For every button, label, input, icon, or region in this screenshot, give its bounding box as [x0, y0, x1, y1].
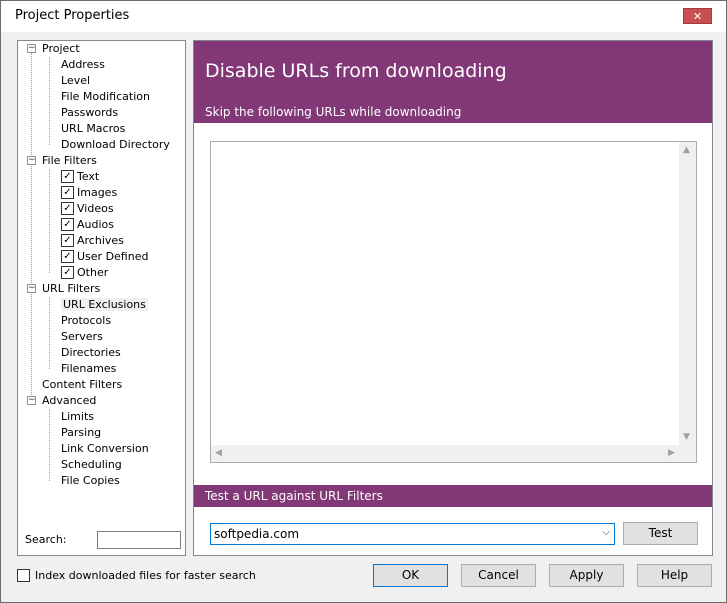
- tree-connector: [49, 169, 50, 273]
- title-bar: Project Properties ✕: [1, 1, 726, 32]
- tree-item-file-modification[interactable]: File Modification: [61, 89, 150, 105]
- tree-item-label: Parsing: [61, 426, 102, 439]
- excluded-urls-textarea[interactable]: ▲ ▼ ◀ ▶: [210, 141, 697, 463]
- tree-item-label: User Defined: [77, 250, 149, 263]
- help-button-label: Help: [660, 568, 689, 582]
- tree-connector: [31, 53, 32, 401]
- tree-node-label: Project: [42, 42, 80, 55]
- checkbox-checked-icon[interactable]: ✓: [61, 250, 74, 263]
- tree-item-label: Download Directory: [61, 138, 170, 151]
- tree-item-label: Text: [77, 170, 100, 183]
- tree-item-label: Passwords: [61, 106, 119, 119]
- tree-item-label: Filenames: [61, 362, 117, 375]
- tree-item-servers[interactable]: Servers: [61, 329, 103, 345]
- tree-item-label-selected: URL Exclusions: [61, 298, 148, 311]
- chevron-down-icon[interactable]: ⌵: [602, 527, 610, 538]
- tree-item-label: Address: [61, 58, 105, 71]
- checkbox-checked-icon[interactable]: ✓: [61, 170, 74, 183]
- checkbox-checked-icon[interactable]: ✓: [61, 218, 74, 231]
- checkbox-checked-icon[interactable]: ✓: [61, 202, 74, 215]
- checkbox-checked-icon[interactable]: ✓: [61, 266, 74, 279]
- apply-button[interactable]: Apply: [549, 564, 624, 587]
- collapse-icon[interactable]: −: [27, 396, 36, 405]
- collapse-icon[interactable]: −: [27, 44, 36, 53]
- test-section-title: Test a URL against URL Filters: [205, 489, 383, 503]
- tree-item-parsing[interactable]: Parsing: [61, 425, 101, 441]
- tree-item-protocols[interactable]: Protocols: [61, 313, 111, 329]
- tree-node-label: Advanced: [42, 394, 97, 407]
- test-url-value: softpedia.com: [214, 527, 300, 541]
- scroll-down-icon[interactable]: ▼: [683, 432, 690, 442]
- project-properties-window: Project Properties ✕ − Project Address L…: [0, 0, 727, 603]
- tree-item-label: Videos: [77, 202, 114, 215]
- tree-item-label: File Modification: [61, 90, 150, 103]
- tree-item-url-exclusions[interactable]: URL Exclusions: [61, 297, 148, 313]
- checkbox-checked-icon[interactable]: ✓: [61, 234, 74, 247]
- tree-item-directories[interactable]: Directories: [61, 345, 121, 361]
- page-subtitle: Skip the following URLs while downloadin…: [205, 105, 462, 119]
- cancel-button-label: Cancel: [478, 568, 519, 582]
- tree-item-label: URL Macros: [61, 122, 126, 135]
- ok-button-label: OK: [401, 568, 420, 582]
- heading-band: Disable URLs from downloading Skip the f…: [194, 41, 712, 123]
- tree-item-label: Archives: [77, 234, 124, 247]
- scroll-right-icon[interactable]: ▶: [668, 448, 675, 458]
- tree-item-level[interactable]: Level: [61, 73, 90, 89]
- collapse-icon[interactable]: −: [27, 156, 36, 165]
- tree-item-link-conversion[interactable]: Link Conversion: [61, 441, 149, 457]
- checkbox-checked-icon[interactable]: ✓: [61, 186, 74, 199]
- page-title: Disable URLs from downloading: [205, 60, 507, 82]
- scroll-up-icon[interactable]: ▲: [683, 145, 690, 155]
- tree-item-label: Level: [61, 74, 91, 87]
- horizontal-scrollbar[interactable]: ◀ ▶: [211, 445, 679, 462]
- tree-item-label: Other: [77, 266, 109, 279]
- search-input[interactable]: [97, 531, 181, 549]
- tree-item-url-macros[interactable]: URL Macros: [61, 121, 125, 137]
- tree-item-label: Directories: [61, 346, 121, 359]
- help-button[interactable]: Help: [637, 564, 712, 587]
- tree-item-label: File Copies: [61, 474, 120, 487]
- tree-item-passwords[interactable]: Passwords: [61, 105, 118, 121]
- scroll-corner: [679, 445, 696, 462]
- tree-item-file-copies[interactable]: File Copies: [61, 473, 120, 489]
- close-icon: ✕: [692, 10, 703, 23]
- tree-item-label: Audios: [77, 218, 114, 231]
- tree-item-filenames[interactable]: Filenames: [61, 361, 116, 377]
- tree-item-label: Limits: [61, 410, 94, 423]
- tree-connector: [49, 297, 50, 369]
- test-button[interactable]: Test: [623, 522, 698, 545]
- ok-button[interactable]: OK: [373, 564, 448, 587]
- tree-node-label: File Filters: [42, 154, 97, 167]
- tree-item-label: Scheduling: [61, 458, 122, 471]
- tree-item-label: Servers: [61, 330, 103, 343]
- index-files-label: Index downloaded files for faster search: [35, 569, 256, 582]
- tree-node-label: URL Filters: [42, 282, 101, 295]
- url-exclusions-panel: Disable URLs from downloading Skip the f…: [193, 40, 713, 556]
- collapse-icon[interactable]: −: [27, 284, 36, 293]
- settings-tree[interactable]: − Project Address Level File Modificatio…: [17, 40, 186, 556]
- test-button-label: Test: [648, 526, 673, 540]
- tree-item-download-directory[interactable]: Download Directory: [61, 137, 170, 153]
- close-button[interactable]: ✕: [683, 8, 712, 24]
- tree-node-content-filters[interactable]: Content Filters: [42, 377, 122, 393]
- tree-item-scheduling[interactable]: Scheduling: [61, 457, 122, 473]
- tree-item-address[interactable]: Address: [61, 57, 105, 73]
- scroll-left-icon[interactable]: ◀: [215, 448, 222, 458]
- vertical-scrollbar[interactable]: ▲ ▼: [679, 142, 696, 445]
- window-title: Project Properties: [15, 8, 130, 23]
- apply-button-label: Apply: [569, 568, 604, 582]
- tree-item-label: Protocols: [61, 314, 112, 327]
- tree-item-label: Link Conversion: [61, 442, 149, 455]
- tree-connector: [49, 409, 50, 481]
- search-label: Search:: [25, 533, 67, 546]
- cancel-button[interactable]: Cancel: [461, 564, 536, 587]
- tree-node-label: Content Filters: [42, 378, 123, 391]
- tree-item-label: Images: [77, 186, 118, 199]
- tree-item-limits[interactable]: Limits: [61, 409, 94, 425]
- index-files-checkbox[interactable]: [17, 569, 30, 582]
- tree-connector: [49, 57, 50, 145]
- test-section-band: Test a URL against URL Filters: [194, 485, 712, 507]
- test-url-combobox[interactable]: softpedia.com ⌵: [210, 523, 615, 545]
